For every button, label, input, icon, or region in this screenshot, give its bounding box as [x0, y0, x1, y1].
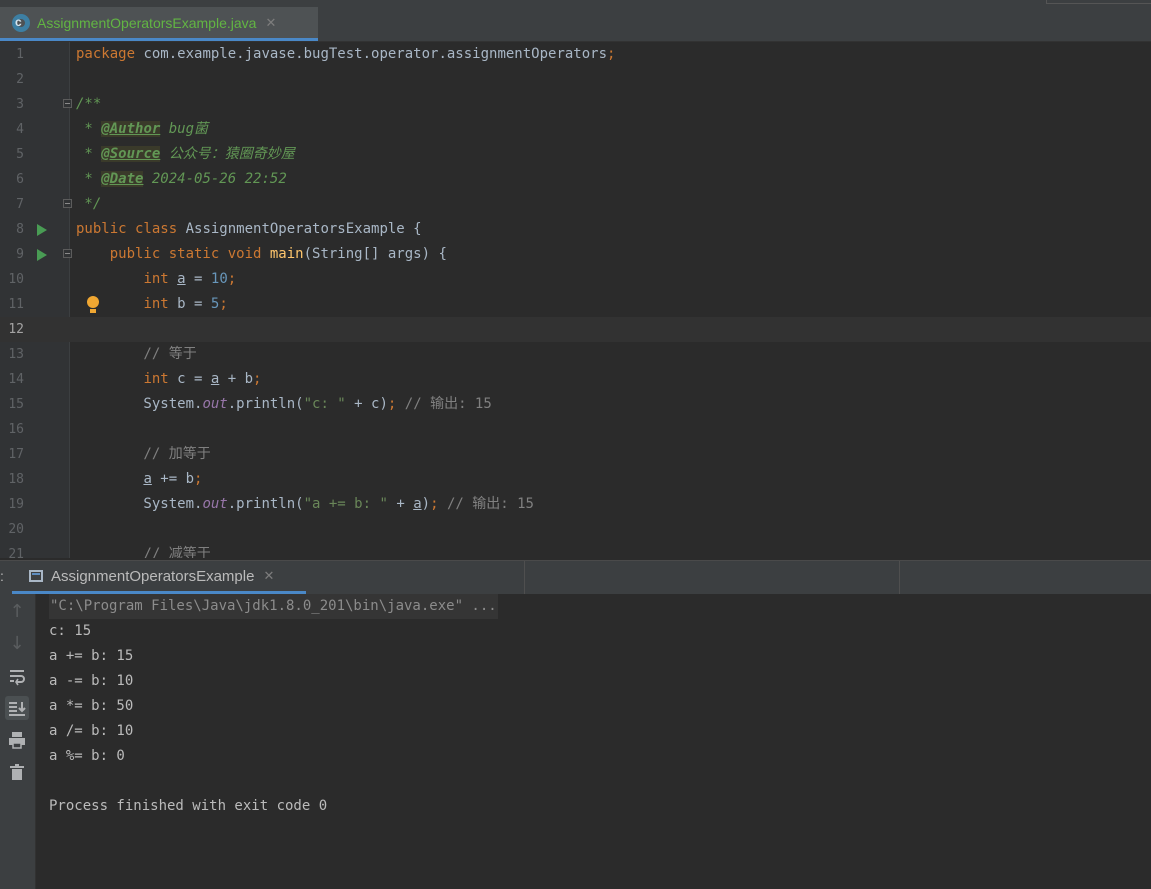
line-number: 5 — [16, 147, 24, 162]
code-line[interactable]: 19 System.out.println("a += b: " + a); /… — [0, 492, 1151, 517]
fold-icon[interactable] — [63, 199, 72, 208]
code-text: int a = 10; — [143, 271, 237, 287]
code-line[interactable]: 3 /** — [0, 92, 1151, 117]
code-text: int b = 5; — [143, 296, 228, 312]
code-line[interactable]: 21 // 减等于 — [0, 542, 1151, 558]
line-number: 1 — [16, 47, 24, 62]
code-text: public class AssignmentOperatorsExample … — [76, 221, 422, 237]
current-code-line[interactable]: 12 — [0, 317, 1151, 342]
run-toolbar: ↑ ↓ — [0, 594, 36, 889]
code-text: int c = a + b; — [143, 371, 262, 387]
code-text: */ — [76, 196, 102, 212]
line-number: 14 — [8, 372, 24, 387]
scroll-to-end-icon[interactable] — [5, 696, 29, 720]
line-number: 21 — [8, 547, 24, 558]
run-panel-header: : AssignmentOperatorsExample ✕ — [0, 560, 1151, 594]
trash-icon[interactable] — [5, 760, 29, 784]
tabbar-corner — [1046, 0, 1151, 4]
code-text: * @Date 2024-05-26 22:52 — [76, 171, 287, 187]
arrow-down-icon[interactable]: ↓ — [5, 632, 29, 656]
code-text: public static void main(String[] args) { — [109, 246, 447, 262]
code-text: * @Source 公众号：猿圈奇妙屋 — [76, 146, 295, 162]
print-icon[interactable] — [5, 728, 29, 752]
line-number: 10 — [8, 272, 24, 287]
run-config-tab[interactable]: AssignmentOperatorsExample ✕ — [12, 561, 306, 594]
code-text: * @Author bug菌 — [76, 121, 209, 137]
line-number: 19 — [8, 497, 24, 512]
soft-wrap-icon[interactable] — [5, 664, 29, 688]
console-line: a %= b: 0 — [49, 748, 125, 764]
line-number: 18 — [8, 472, 24, 487]
code-line[interactable]: 15 System.out.println("c: " + c); // 输出:… — [0, 392, 1151, 417]
code-line[interactable]: 2 — [0, 67, 1151, 92]
code-line[interactable]: 4 * @Author bug菌 — [0, 117, 1151, 142]
close-run-tab-icon[interactable]: ✕ — [263, 568, 274, 584]
code-text: a += b; — [143, 471, 203, 487]
line-number: 2 — [16, 72, 24, 87]
line-number: 20 — [8, 522, 24, 537]
code-text: System.out.println("a += b: " + a); // 输… — [76, 496, 534, 512]
line-number: 8 — [16, 222, 24, 237]
run-config-tab-label: AssignmentOperatorsExample — [51, 567, 255, 585]
run-main-icon[interactable] — [37, 249, 47, 261]
code-text: // 等于 — [76, 346, 197, 362]
line-number: 3 — [16, 97, 24, 112]
code-line[interactable]: 16 — [0, 417, 1151, 442]
line-number: 9 — [16, 247, 24, 262]
code-line[interactable]: 6 * @Date 2024-05-26 22:52 — [0, 167, 1151, 192]
fold-icon[interactable] — [63, 249, 72, 258]
code-line[interactable]: 13 // 等于 — [0, 342, 1151, 367]
run-panel-label: : — [0, 568, 4, 584]
code-line[interactable]: 1 package com.example.javase.bugTest.ope… — [0, 42, 1151, 67]
code-line[interactable]: 10 int a = 10; — [0, 267, 1151, 292]
code-text: /** — [76, 96, 102, 112]
console-line: a *= b: 50 — [49, 698, 134, 714]
code-line[interactable]: 8 public class AssignmentOperatorsExampl… — [0, 217, 1151, 242]
console-line: a -= b: 10 — [49, 673, 134, 689]
code-editor[interactable]: 1 package com.example.javase.bugTest.ope… — [0, 42, 1151, 558]
code-text: // 减等于 — [76, 546, 211, 558]
line-number: 6 — [16, 172, 24, 187]
code-line[interactable]: 7 */ — [0, 192, 1151, 217]
line-number: 4 — [16, 122, 24, 137]
line-number: 7 — [16, 197, 24, 212]
line-number: 17 — [8, 447, 24, 462]
line-number: 15 — [8, 397, 24, 412]
code-line[interactable]: 20 — [0, 517, 1151, 542]
editor-file-tab-label: AssignmentOperatorsExample.java — [37, 14, 257, 31]
code-line[interactable]: 11 int b = 5; — [0, 292, 1151, 317]
editor-file-tab[interactable]: c AssignmentOperatorsExample.java ✕ — [0, 7, 318, 41]
console-line: a += b: 15 — [49, 648, 134, 664]
console-line: c: 15 — [49, 623, 92, 639]
console-line: a /= b: 10 — [49, 723, 134, 739]
code-text: package com.example.javase.bugTest.opera… — [76, 46, 616, 62]
java-class-icon: c — [12, 13, 30, 32]
header-separator — [899, 561, 900, 594]
arrow-up-icon[interactable]: ↑ — [5, 600, 29, 624]
fold-icon[interactable] — [63, 99, 72, 108]
code-line[interactable]: 18 a += b; — [0, 467, 1151, 492]
console-icon — [29, 570, 43, 582]
close-tab-icon[interactable]: ✕ — [265, 15, 276, 31]
code-text: System.out.println("c: " + c); // 输出: 15 — [76, 396, 492, 412]
console-output[interactable]: "C:\Program Files\Java\jdk1.8.0_201\bin\… — [36, 594, 1151, 889]
header-separator — [524, 561, 525, 594]
line-number: 16 — [8, 422, 24, 437]
run-class-icon[interactable] — [37, 224, 47, 236]
code-text: // 加等于 — [76, 446, 211, 462]
line-number: 11 — [8, 297, 24, 312]
code-line[interactable]: 9 public static void main(String[] args)… — [0, 242, 1151, 267]
editor-tab-bar: c AssignmentOperatorsExample.java ✕ — [0, 0, 1151, 42]
line-number: 12 — [8, 322, 24, 337]
code-line[interactable]: 17 // 加等于 — [0, 442, 1151, 467]
code-line[interactable]: 5 * @Source 公众号：猿圈奇妙屋 — [0, 142, 1151, 167]
line-number: 13 — [8, 347, 24, 362]
console-exit-message: Process finished with exit code 0 — [49, 798, 328, 814]
code-line[interactable]: 14 int c = a + b; — [0, 367, 1151, 392]
console-command-line[interactable]: "C:\Program Files\Java\jdk1.8.0_201\bin\… — [49, 594, 498, 619]
